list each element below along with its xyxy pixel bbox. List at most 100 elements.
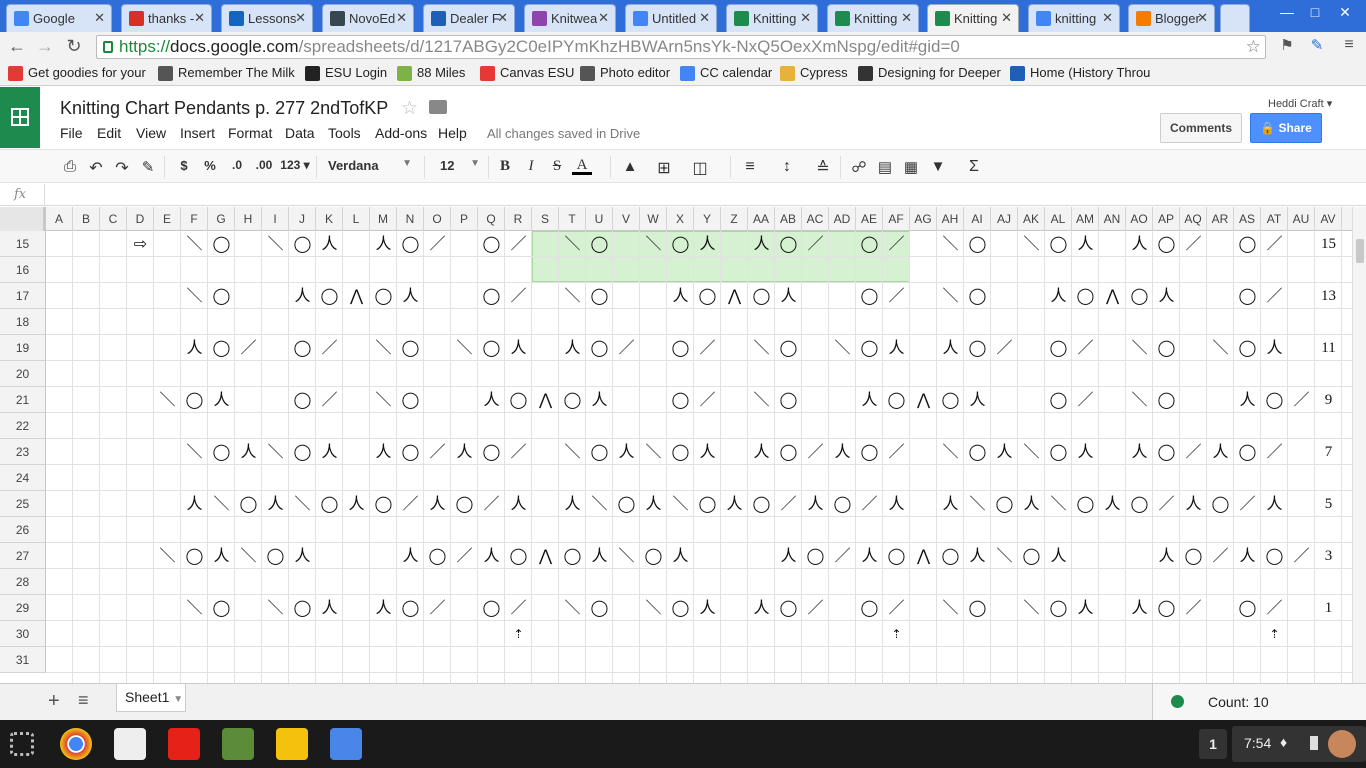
extension-icon[interactable]: ⚑ xyxy=(1276,36,1298,54)
chart-cell[interactable]: ◯ xyxy=(316,491,343,517)
row-header[interactable]: 25 xyxy=(0,491,46,517)
chart-cell[interactable]: ／ xyxy=(991,335,1018,361)
chart-cell[interactable]: ◯ xyxy=(289,595,316,621)
chart-cell[interactable]: ◯ xyxy=(856,595,883,621)
chart-cell[interactable]: ◯ xyxy=(478,335,505,361)
chart-cell[interactable]: ◯ xyxy=(397,439,424,465)
share-button[interactable]: 🔒 Share xyxy=(1250,113,1322,143)
column-header[interactable]: AP xyxy=(1153,207,1180,231)
redo-icon[interactable]: ↷ xyxy=(112,158,132,178)
maximize-icon[interactable]: □ xyxy=(1300,4,1330,20)
text-color-button[interactable]: A xyxy=(572,158,592,175)
chart-cell[interactable]: ＼ xyxy=(640,231,667,257)
sheet-tab[interactable]: Sheet1 ▼ xyxy=(116,684,186,712)
close-tab-icon[interactable]: ✕ xyxy=(699,10,710,26)
back-icon[interactable]: ← xyxy=(6,36,28,57)
sheets-logo-icon[interactable] xyxy=(0,87,40,148)
chart-cell[interactable]: ／ xyxy=(1180,439,1207,465)
chart-cell[interactable]: ◯ xyxy=(208,335,235,361)
notification-count[interactable]: 1 xyxy=(1199,729,1227,759)
chart-cell[interactable]: 7 xyxy=(1315,439,1342,465)
chart-cell[interactable]: ＼ xyxy=(181,595,208,621)
borders-icon[interactable]: ⊞ xyxy=(655,158,673,178)
column-header[interactable]: AR xyxy=(1207,207,1234,231)
column-header[interactable]: T xyxy=(559,207,586,231)
browser-tab[interactable]: Blogger ✕ xyxy=(1128,4,1215,32)
currency-button[interactable]: $ xyxy=(176,158,192,173)
chart-cell[interactable]: 人 xyxy=(559,491,586,517)
chart-cell[interactable]: ／ xyxy=(1261,231,1288,257)
column-header[interactable]: S xyxy=(532,207,559,231)
close-tab-icon[interactable]: ✕ xyxy=(800,10,811,26)
chart-cell[interactable]: ＼ xyxy=(154,543,181,569)
chart-cell[interactable]: ⋀ xyxy=(532,543,559,569)
column-header[interactable]: AC xyxy=(802,207,829,231)
chart-cell[interactable]: 人 xyxy=(397,543,424,569)
chart-cell[interactable]: ／ xyxy=(883,595,910,621)
chart-cell[interactable]: ◯ xyxy=(478,231,505,257)
chart-cell[interactable]: ◯ xyxy=(1072,283,1099,309)
bookmark-item[interactable]: Canvas ESU xyxy=(480,65,574,81)
folder-icon[interactable] xyxy=(429,100,447,114)
column-header[interactable]: Y xyxy=(694,207,721,231)
bold-button[interactable]: B xyxy=(498,158,512,175)
chart-cell[interactable]: 人 xyxy=(316,231,343,257)
chart-cell[interactable]: ⋀ xyxy=(532,387,559,413)
chart-cell[interactable]: 1 xyxy=(1315,595,1342,621)
column-header[interactable]: AG xyxy=(910,207,937,231)
chart-cell[interactable]: 人 xyxy=(370,595,397,621)
chart-cell[interactable]: ◯ xyxy=(208,283,235,309)
chart-cell[interactable]: 人 xyxy=(964,543,991,569)
chart-cell[interactable]: ⇡ xyxy=(883,621,910,647)
row-header[interactable]: 19 xyxy=(0,335,46,361)
chart-cell[interactable]: ／ xyxy=(1261,595,1288,621)
column-header[interactable]: AI xyxy=(964,207,991,231)
chart-cell[interactable]: ＼ xyxy=(667,491,694,517)
column-header[interactable]: V xyxy=(613,207,640,231)
row-header[interactable]: 17 xyxy=(0,283,46,309)
chart-cell[interactable]: ／ xyxy=(802,231,829,257)
chart-cell[interactable]: ⇡ xyxy=(1261,621,1288,647)
column-header[interactable]: AJ xyxy=(991,207,1018,231)
chart-cell[interactable]: ＼ xyxy=(181,231,208,257)
chart-cell[interactable]: 3 xyxy=(1315,543,1342,569)
chart-cell[interactable]: ＼ xyxy=(262,231,289,257)
font-size-dropdown[interactable]: 12 ▼ xyxy=(440,158,480,173)
chart-cell[interactable]: ◯ xyxy=(1018,543,1045,569)
column-header[interactable]: R xyxy=(505,207,532,231)
chart-cell[interactable]: 人 xyxy=(451,439,478,465)
chart-cell[interactable]: ＼ xyxy=(1018,439,1045,465)
close-window-icon[interactable]: ✕ xyxy=(1330,4,1360,21)
chart-cell[interactable]: ◯ xyxy=(586,595,613,621)
chart-cell[interactable]: ◯ xyxy=(883,387,910,413)
chart-cell[interactable]: 人 xyxy=(208,543,235,569)
chart-cell[interactable]: ＼ xyxy=(559,439,586,465)
strikethrough-button[interactable]: S xyxy=(550,158,564,175)
chart-cell[interactable]: 人 xyxy=(1234,387,1261,413)
chart-cell[interactable]: ＼ xyxy=(937,283,964,309)
all-sheets-icon[interactable]: ≡ xyxy=(78,690,89,711)
chart-cell[interactable]: ／ xyxy=(802,595,829,621)
chart-cell[interactable]: 人 xyxy=(1126,231,1153,257)
insert-comment-icon[interactable]: ▤ xyxy=(876,158,894,176)
forward-icon[interactable]: → xyxy=(34,36,56,57)
chart-cell[interactable]: ◯ xyxy=(505,543,532,569)
chart-cell[interactable]: ◯ xyxy=(1153,335,1180,361)
menu-item[interactable]: Help xyxy=(438,125,467,141)
chart-cell[interactable]: ◯ xyxy=(667,335,694,361)
column-header[interactable]: AD xyxy=(829,207,856,231)
chart-cell[interactable]: ◯ xyxy=(397,231,424,257)
reload-icon[interactable]: ↻ xyxy=(63,36,85,57)
chart-cell[interactable]: 人 xyxy=(181,491,208,517)
column-header[interactable]: H xyxy=(235,207,262,231)
chart-cell[interactable]: ／ xyxy=(397,491,424,517)
vertical-scrollbar[interactable] xyxy=(1352,207,1366,683)
chart-cell[interactable]: ◯ xyxy=(1234,283,1261,309)
chart-cell[interactable]: ／ xyxy=(1288,387,1315,413)
chart-cell[interactable]: 人 xyxy=(1045,283,1072,309)
drive-icon[interactable] xyxy=(276,728,308,760)
chart-cell[interactable]: ◯ xyxy=(802,543,829,569)
bookmark-item[interactable]: Get goodies for your xyxy=(8,65,146,81)
chart-cell[interactable]: 人 xyxy=(694,231,721,257)
chart-cell[interactable]: ◯ xyxy=(559,387,586,413)
